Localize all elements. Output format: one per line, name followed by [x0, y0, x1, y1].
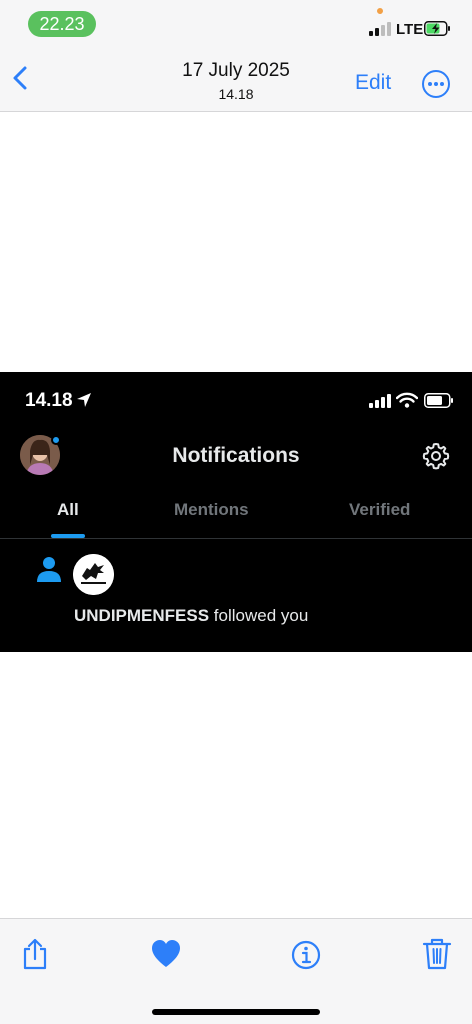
- follower-avatar[interactable]: [73, 554, 114, 595]
- follower-name[interactable]: UNDIPMENFESS: [74, 606, 209, 625]
- gear-icon[interactable]: [422, 442, 450, 470]
- screenshot-signal-icon: [369, 394, 391, 408]
- heart-icon[interactable]: [150, 937, 182, 971]
- undipmenfess-logo: [73, 554, 114, 595]
- screenshot-image: 14.18 Notifications All Mentions Verifie…: [0, 372, 472, 652]
- cellular-signal-icon: [369, 22, 391, 36]
- page-title: Notifications: [172, 444, 300, 467]
- edit-button[interactable]: Edit: [355, 71, 391, 95]
- screenshot-battery-icon: [424, 393, 453, 408]
- tab-mentions[interactable]: Mentions: [174, 500, 249, 520]
- tab-verified[interactable]: Verified: [349, 500, 410, 520]
- bottom-toolbar: [0, 918, 472, 1024]
- home-indicator[interactable]: [152, 1009, 320, 1015]
- photo-time: 14.18: [218, 86, 254, 102]
- wifi-icon: [396, 392, 418, 408]
- notification-text[interactable]: UNDIPMENFESS followed you: [74, 606, 308, 626]
- notification-action: followed you: [209, 606, 309, 625]
- tab-divider: [0, 538, 472, 539]
- share-icon[interactable]: [19, 937, 51, 971]
- privacy-indicator-dot: [377, 8, 383, 14]
- status-time[interactable]: 22.23: [28, 11, 96, 37]
- photo-nav-bar: 17 July 2025 14.18 Edit: [0, 46, 472, 112]
- ellipsis-circle-icon[interactable]: [421, 69, 451, 99]
- photo-date: 17 July 2025: [182, 60, 290, 81]
- screenshot-status-time: 14.18: [25, 390, 73, 411]
- status-bar: 22.23 LTE: [0, 0, 472, 46]
- tab-all[interactable]: All: [57, 500, 79, 520]
- trash-icon[interactable]: [421, 937, 453, 971]
- info-icon[interactable]: [290, 937, 322, 971]
- location-arrow-icon: [77, 393, 91, 407]
- network-type: LTE: [396, 21, 424, 38]
- battery-charging-icon: [424, 21, 450, 36]
- person-icon: [37, 557, 61, 582]
